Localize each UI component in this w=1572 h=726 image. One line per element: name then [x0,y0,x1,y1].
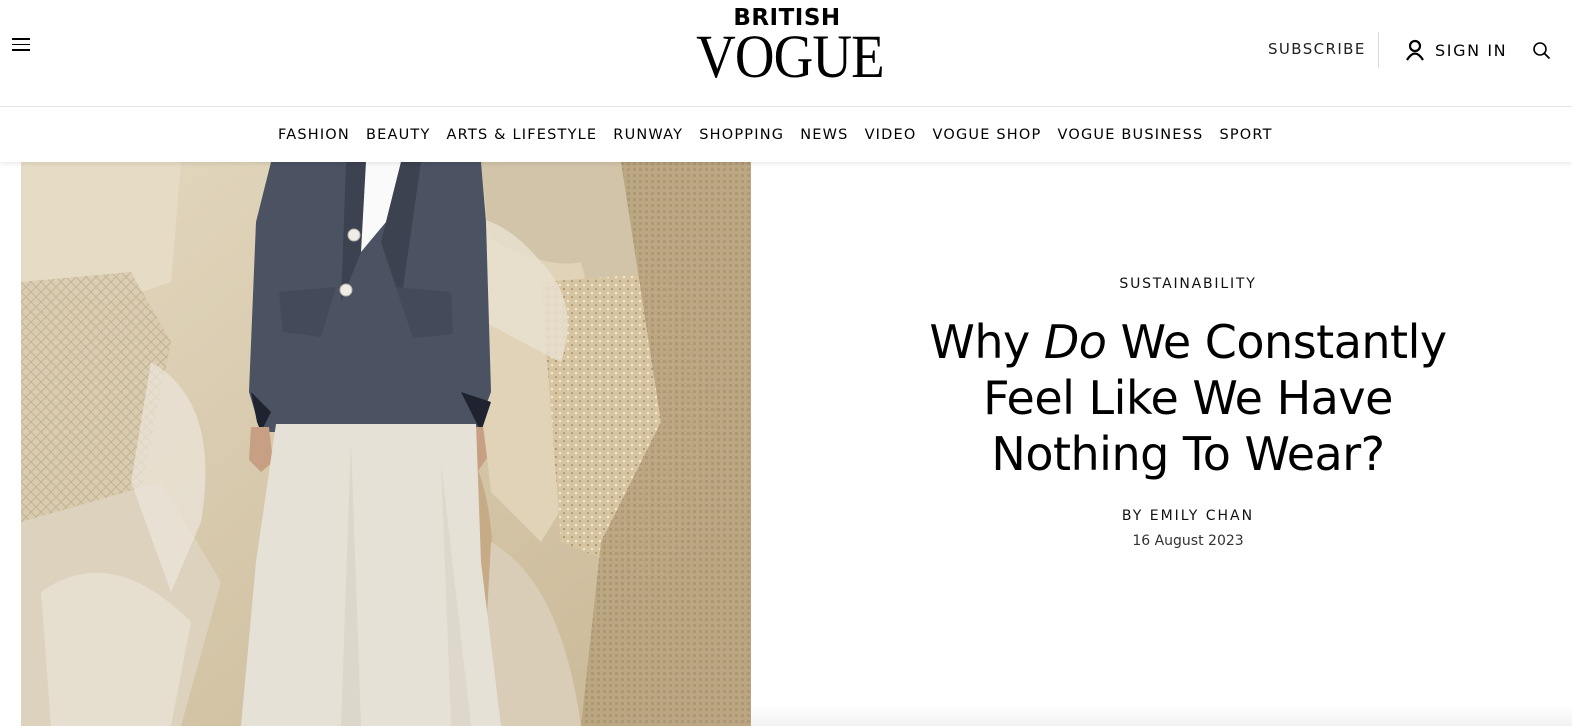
user-icon [1406,39,1424,61]
subscribe-link[interactable]: SUBSCRIBE [1268,40,1366,58]
article-header: SUSTAINABILITY Why Do We Constantly Feel… [888,272,1488,549]
byline-prefix: BY [1121,508,1150,524]
site-header: BRITISH VOGUE SUBSCRIBE SIGN IN [0,0,1572,107]
headline-emphasis: Do [1043,315,1107,369]
article-category[interactable]: SUSTAINABILITY [888,276,1488,292]
nav-item-vogue-business[interactable]: VOGUE BUSINESS [1057,127,1203,143]
publish-date: 16 August 2023 [1132,533,1244,549]
nav-item-video[interactable]: VIDEO [865,127,917,143]
nav-item-beauty[interactable]: BEAUTY [366,127,431,143]
nav-item-news[interactable]: NEWS [800,127,848,143]
fashion-photo-illustration [21,162,751,726]
article-byline: BY EMILY CHAN [888,508,1488,524]
vogue-logo[interactable]: BRITISH VOGUE [686,4,888,91]
bottom-shadow [751,706,1572,726]
nav-item-sport[interactable]: SPORT [1219,127,1272,143]
nav-item-fashion[interactable]: FASHION [278,127,350,143]
author-link[interactable]: EMILY CHAN [1150,508,1254,524]
article-hero-image [21,162,751,726]
article-headline: Why Do We Constantly Feel Like We Have N… [888,314,1488,482]
main-navigation: FASHION BEAUTY ARTS & LIFESTYLE RUNWAY S… [0,108,1572,162]
logo-wordmark: VOGUE [696,24,885,91]
sign-in-button[interactable]: SIGN IN [1405,38,1507,62]
header-divider [1378,32,1379,68]
nav-item-runway[interactable]: RUNWAY [613,127,683,143]
sign-in-label: SIGN IN [1435,40,1508,60]
nav-item-vogue-shop[interactable]: VOGUE SHOP [933,127,1042,143]
search-icon[interactable] [1532,41,1552,61]
hamburger-menu-icon[interactable] [12,38,30,52]
nav-list: FASHION BEAUTY ARTS & LIFESTYLE RUNWAY S… [278,108,1273,162]
headline-part-1: Why [929,315,1044,369]
nav-item-arts-lifestyle[interactable]: ARTS & LIFESTYLE [447,127,598,143]
nav-item-shopping[interactable]: SHOPPING [699,127,784,143]
